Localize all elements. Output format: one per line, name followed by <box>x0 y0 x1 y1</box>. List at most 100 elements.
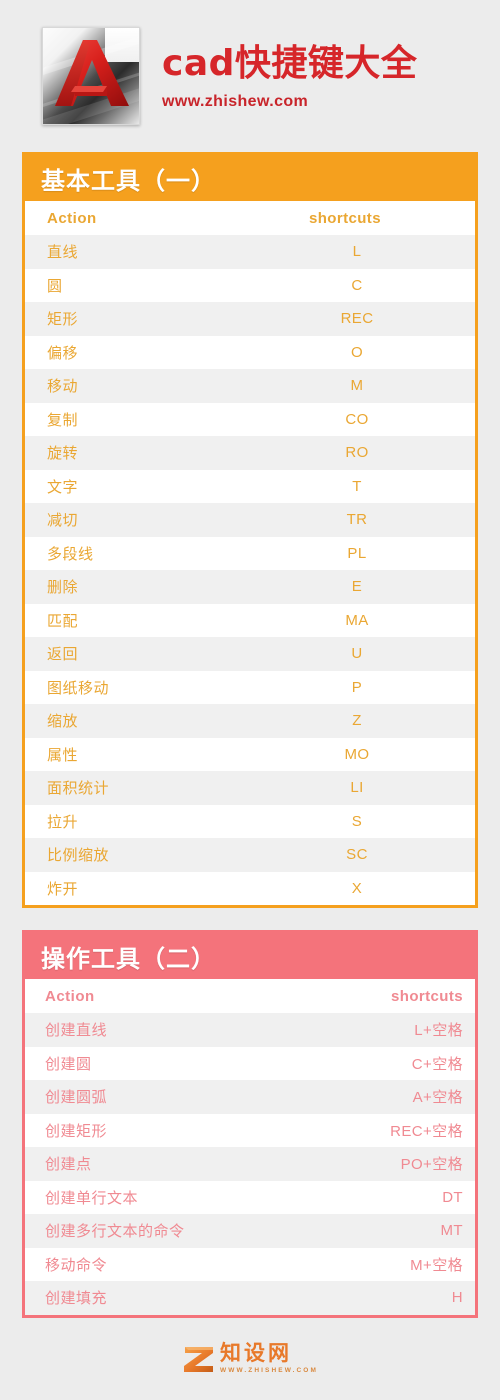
row-shortcut-value: MT <box>440 1222 463 1240</box>
table-row: 圆C <box>25 268 475 302</box>
page-header: cad快捷键大全 www.zhishew.com <box>0 0 500 152</box>
column-header-action: Action <box>47 209 97 227</box>
table-row: 偏移 O <box>25 335 475 369</box>
row-shortcut-value: P <box>351 678 363 696</box>
row-shortcut-value: C <box>351 276 363 294</box>
row-action-label: 拉升 <box>47 813 79 831</box>
row-action-label: 减切 <box>47 512 79 530</box>
page-footer: 知设网 WWW.ZHISHEW.COM <box>0 1318 500 1400</box>
row-shortcut-value: DT <box>442 1188 463 1206</box>
row-shortcut-value: CO <box>345 410 369 428</box>
brand-url: WWW.ZHISHEW.COM <box>220 1367 318 1374</box>
row-action-label: 创建填充 <box>45 1290 108 1308</box>
autocad-logo-icon <box>42 27 140 125</box>
row-shortcut-value: O <box>350 343 364 361</box>
row-action-label: 缩放 <box>47 713 79 731</box>
header-text-block: cad快捷键大全 www.zhishew.com <box>162 41 417 111</box>
row-action-label: 删除 <box>47 579 79 597</box>
table-row: 移动 M <box>25 369 475 403</box>
row-action-label: 偏移 <box>47 344 79 362</box>
table-row: 减切 TR <box>25 503 475 537</box>
row-action-label: 创建直线 <box>45 1022 108 1040</box>
row-action-label: 文字 <box>47 478 79 496</box>
row-action-label: 比例缩放 <box>47 847 110 865</box>
table-row: 创建点 PO+空格 <box>25 1147 475 1181</box>
column-header-shortcut: shortcuts <box>391 987 463 1005</box>
site-url: www.zhishew.com <box>162 92 309 110</box>
brand-name: 知设网 <box>220 1342 293 1365</box>
table-row: 图纸移动 P <box>25 670 475 704</box>
row-shortcut-value: REC+空格 <box>390 1122 463 1140</box>
sections-container: 基本工具（一） Action shortcuts 直线 L 圆 C 矩形 REC 偏移 O 移动 M 复制… <box>0 152 500 1318</box>
row-action-label: 属性 <box>47 746 79 764</box>
brand-logo: 知设网 WWW.ZHISHEW.COM <box>182 1343 318 1374</box>
row-action-label: 面积统计 <box>47 780 110 798</box>
infographic-page: cad快捷键大全 www.zhishew.com 基本工具（一） Action sh… <box>0 0 500 1374</box>
row-shortcut-value: REC <box>340 310 374 328</box>
shortcut-section-2: 操作工具（二） Action shortcuts 创建直线 L+空格 创建圆 C+空格 创建圆… <box>22 930 478 1318</box>
table-row: 复制 CO <box>25 402 475 436</box>
table-row: 文字 T <box>25 469 475 503</box>
row-shortcut-value: TR <box>346 511 368 529</box>
row-shortcut-value: PL <box>347 544 367 562</box>
table-row: 多段线 PL <box>25 536 475 570</box>
table-row: 返回 U <box>25 637 475 671</box>
table-row: 矩形 REC <box>25 302 475 336</box>
column-header-row: Action shortcuts <box>25 201 475 235</box>
row-shortcut-value: SC <box>346 846 368 864</box>
row-action-label: 返回 <box>47 646 79 664</box>
row-action-label: 圆 <box>47 277 63 295</box>
table-row: 炸开 X <box>25 871 475 905</box>
table-row: 拉升 S <box>25 804 475 838</box>
row-shortcut-value: RO <box>345 444 369 462</box>
row-action-label: 复制 <box>47 411 79 429</box>
table-row: 旋转 RO <box>25 436 475 470</box>
table-row: 比例缩放 SC <box>25 838 475 872</box>
row-action-label: 创建圆 <box>45 1055 92 1073</box>
column-header-shortcut: shortcuts <box>309 209 381 227</box>
row-action-label: 旋转 <box>47 445 79 463</box>
shortcut-section-1: 基本工具（一） Action shortcuts 直线 L 圆 C 矩形 REC 偏移 O 移动 M 复制… <box>22 152 478 908</box>
row-shortcut-value: MO <box>344 745 370 763</box>
row-shortcut-value: E <box>351 578 363 596</box>
row-shortcut-value: Z <box>352 712 362 730</box>
table-row: 创建圆 C+空格 <box>25 1046 475 1080</box>
row-shortcut-value: A+空格 <box>412 1089 463 1107</box>
row-action-label: 创建矩形 <box>45 1122 108 1140</box>
row-action-label: 创建单行文本 <box>45 1189 139 1207</box>
table-row: 移动命令 M+空格 <box>25 1247 475 1281</box>
row-action-label: 创建多行文本的命令 <box>45 1223 185 1241</box>
table-row: 面积统计 LI <box>25 771 475 805</box>
row-shortcut-value: C+空格 <box>411 1055 463 1073</box>
row-action-label: 匹配 <box>47 612 79 630</box>
table-row: 创建直线 L+空格 <box>25 1013 475 1047</box>
row-action-label: 创建点 <box>45 1156 92 1174</box>
row-shortcut-value: S <box>351 812 363 830</box>
shortcut-rows: 创建直线 L+空格创建圆 C+空格创建圆弧 A+空格创建矩形 REC+空格创建点 PO+空… <box>25 1013 475 1315</box>
row-action-label: 直线 <box>47 244 79 262</box>
row-shortcut-value: T <box>352 477 362 495</box>
table-row: 属性 MO <box>25 737 475 771</box>
table-row: 创建圆弧 A+空格 <box>25 1080 475 1114</box>
row-shortcut-value: L+空格 <box>414 1022 463 1040</box>
row-shortcut-value: X <box>351 879 363 897</box>
row-shortcut-value: LI <box>350 779 364 797</box>
shortcut-rows: 直线 L 圆 C 矩形 REC 偏移 O 移动 M 复制 CO 旋转 RO 文字 T 减切 TR 多段线 PL 删除 E 匹… <box>25 235 475 905</box>
table-row: 创建单行文本 DT <box>25 1180 475 1214</box>
row-action-label: 炸开 <box>47 880 79 898</box>
section-title: 基本工具（一） <box>25 155 475 201</box>
table-row: 删除 E <box>25 570 475 604</box>
page-title: cad快捷键大全 <box>162 43 418 85</box>
row-action-label: 移动 <box>47 378 79 396</box>
row-shortcut-value: L <box>352 243 362 261</box>
table-row: 创建填充 H <box>25 1281 475 1315</box>
table-row: 直线 L <box>25 235 475 269</box>
row-action-label: 创建圆弧 <box>45 1089 108 1107</box>
row-shortcut-value: M+空格 <box>410 1256 463 1274</box>
table-row: 创建多行文本的命令 MT <box>25 1214 475 1248</box>
row-shortcut-value: U <box>351 645 363 663</box>
row-shortcut-value: H <box>451 1289 463 1307</box>
row-shortcut-value: MA <box>345 611 369 629</box>
row-shortcut-value: PO+空格 <box>400 1156 463 1174</box>
row-action-label: 矩形 <box>47 311 79 329</box>
